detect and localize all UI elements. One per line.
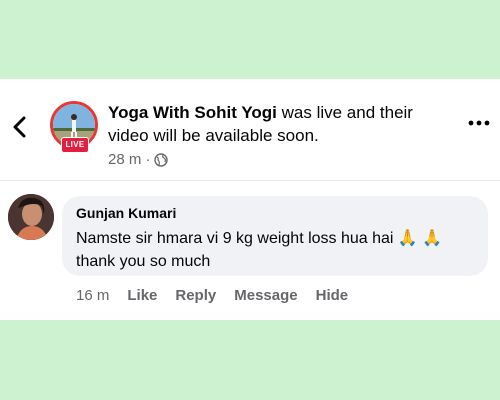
comment-text: Namste sir hmara vi 9 kg weight loss hua… <box>76 230 443 270</box>
reply-button[interactable]: Reply <box>175 287 216 304</box>
post-status-text: Yoga With Sohit Yogi was live and their … <box>108 101 458 147</box>
message-button[interactable]: Message <box>234 287 297 304</box>
commenter-avatar-image <box>8 194 54 240</box>
live-badge: LIVE <box>61 137 89 153</box>
commenter-avatar[interactable] <box>8 194 54 240</box>
post-card: LIVE Yoga With Sohit Yogi was live and t… <box>0 79 500 320</box>
meta-separator: · <box>145 151 151 168</box>
chevron-left-icon[interactable] <box>10 115 30 139</box>
post-meta: 28 m · <box>108 151 169 168</box>
like-button[interactable]: Like <box>127 287 157 304</box>
post-timestamp[interactable]: 28 m <box>108 151 141 168</box>
more-dots-icon[interactable] <box>468 119 490 127</box>
page-name-link[interactable]: Yoga With Sohit Yogi <box>108 103 277 122</box>
globe-icon <box>154 152 169 167</box>
divider <box>0 180 500 181</box>
comment-actions: 16 m Like Reply Message Hide <box>76 287 348 304</box>
comment-author[interactable]: Gunjan Kumari <box>76 205 176 221</box>
comment-time[interactable]: 16 m <box>76 287 109 304</box>
hide-button[interactable]: Hide <box>316 287 349 304</box>
comment-bubble: Gunjan Kumari Namste sir hmara vi 9 kg w… <box>62 196 488 276</box>
post-header: LIVE Yoga With Sohit Yogi was live and t… <box>0 79 500 180</box>
